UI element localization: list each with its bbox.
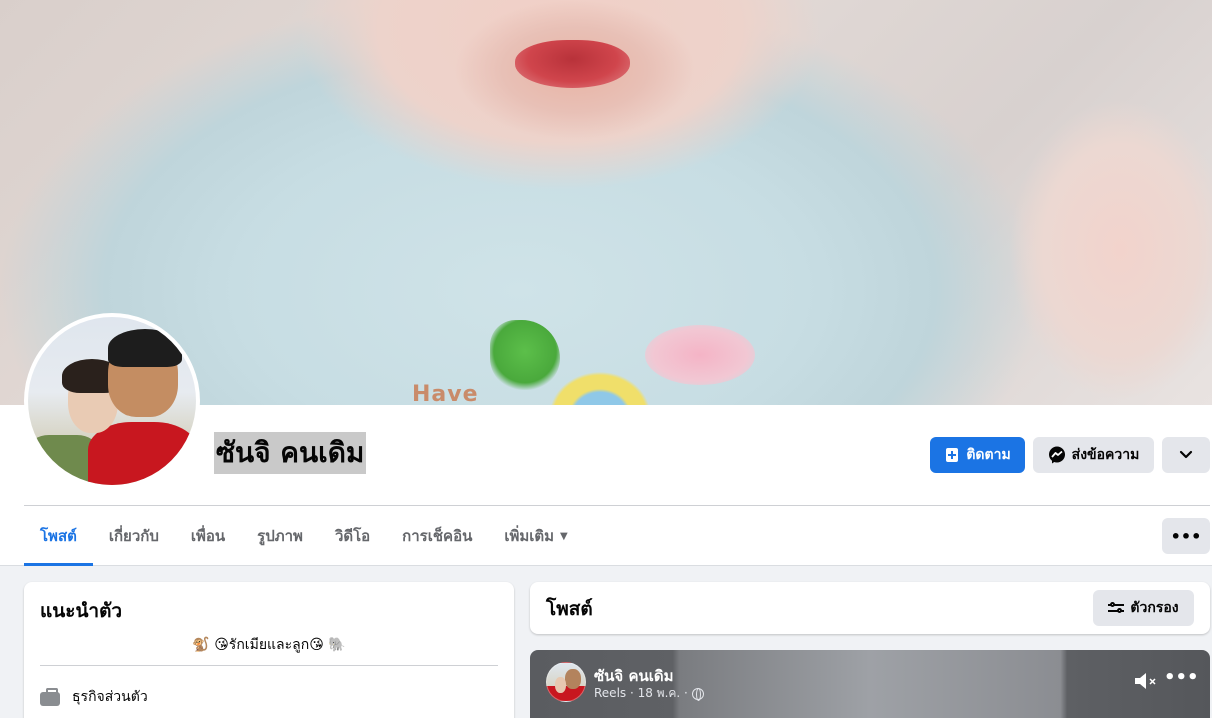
cover-shirt-text: Have (412, 382, 479, 405)
filter-button[interactable]: ตัวกรอง (1093, 590, 1194, 626)
profile-name: ซันจิ คนเดิม (214, 432, 367, 474)
cover-photo-detail (490, 320, 560, 390)
reel-meta: Reels · 18 พ.ค. · (594, 684, 704, 703)
filter-label: ตัวกรอง (1130, 600, 1179, 616)
posts-title: โพสต์ (546, 598, 593, 620)
cover-photo-detail (515, 40, 630, 88)
tab-label: วิดีโอ (334, 527, 371, 545)
intro-card: แนะนำตัว 🐒 😘รักเมียและลูก😘 🐘 ธุรกิจส่วนต… (24, 582, 514, 718)
filter-sliders-icon (1108, 601, 1125, 614)
profile-avatar[interactable] (24, 313, 200, 489)
chevron-down-icon (1179, 450, 1193, 459)
follow-label: ติดตาม (966, 447, 1011, 463)
message-label: ส่งข้อความ (1071, 447, 1140, 463)
follow-button[interactable]: ติดตาม (930, 437, 1025, 473)
tab-label: รูปภาพ (257, 527, 303, 545)
cover-photo-detail (645, 325, 755, 385)
tab-about[interactable]: เกี่ยวกับ (93, 506, 175, 566)
ellipsis-icon: ••• (1170, 526, 1202, 546)
mute-icon[interactable] (1134, 672, 1158, 690)
cover-photo[interactable]: Have (0, 0, 1212, 405)
cover-photo-detail (545, 368, 655, 405)
tab-photos[interactable]: รูปภาพ (241, 506, 319, 566)
tab-label: การเช็คอิน (402, 527, 473, 545)
reel-author-avatar[interactable] (546, 662, 586, 702)
add-friend-icon (946, 448, 959, 462)
messenger-icon (1048, 446, 1065, 464)
tab-label: เกี่ยวกับ (108, 527, 159, 545)
tab-friends[interactable]: เพื่อน (175, 506, 241, 566)
briefcase-icon (40, 688, 60, 706)
globe-icon (691, 687, 704, 701)
intro-title: แนะนำตัว (40, 600, 123, 622)
intro-work-item: ธุรกิจส่วนตัว (40, 686, 148, 708)
tab-label: โพสต์ (40, 527, 77, 545)
reel-options-icon[interactable]: ••• (1164, 668, 1199, 692)
message-button[interactable]: ส่งข้อความ (1033, 437, 1154, 473)
tabs-options-button[interactable]: ••• (1162, 518, 1210, 554)
intro-work-text: ธุรกิจส่วนตัว (72, 689, 148, 705)
tab-posts[interactable]: โพสต์ (24, 506, 93, 566)
tab-videos[interactable]: วิดีโอ (319, 506, 386, 566)
tab-more[interactable]: เพิ่มเติม ▼ (488, 506, 583, 566)
tab-label: เพื่อน (190, 527, 226, 545)
reel-meta-text: Reels · 18 พ.ค. · (594, 686, 688, 700)
profile-tabs: โพสต์ เกี่ยวกับ เพื่อน รูปภาพ วิดีโอ การ… (24, 506, 584, 566)
intro-bio: 🐒 😘รักเมียและลูก😘 🐘 (192, 637, 346, 653)
caret-down-icon: ▼ (560, 530, 568, 542)
posts-header-card: โพสต์ ตัวกรอง (530, 582, 1210, 634)
tab-label: เพิ่มเติม (504, 527, 555, 545)
reel-post[interactable]: ซันจิ คนเดิม Reels · 18 พ.ค. · ••• (530, 650, 1210, 718)
profile-options-button[interactable] (1162, 437, 1210, 473)
tab-checkins[interactable]: การเช็คอิน (386, 506, 488, 566)
intro-divider (40, 665, 498, 666)
